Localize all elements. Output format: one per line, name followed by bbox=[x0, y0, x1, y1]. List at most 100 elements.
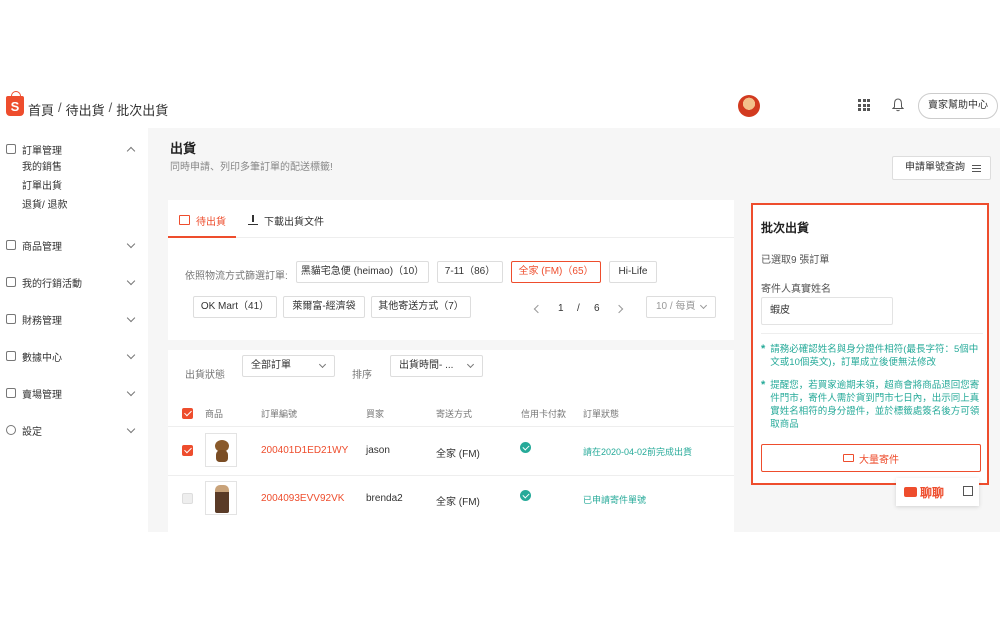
chevron-down-icon bbox=[126, 276, 136, 286]
filter-chip-711[interactable]: 7-11（86） bbox=[437, 261, 503, 283]
top-bar: S 首頁 / 待出貨 / 批次出貨 賣家幫助中心 bbox=[0, 88, 1000, 128]
shopee-logo-icon[interactable]: S bbox=[6, 91, 24, 116]
total-pages: 6 bbox=[594, 303, 600, 314]
row-checkbox[interactable] bbox=[182, 445, 193, 456]
order-status: 已申請寄件單號 bbox=[583, 495, 647, 505]
seller-help-center-button[interactable]: 賣家幫助中心 bbox=[918, 93, 998, 119]
product-icon bbox=[6, 240, 16, 250]
filter-chip-okmart[interactable]: OK Mart（41） bbox=[193, 296, 277, 318]
clipboard-icon bbox=[6, 144, 16, 154]
chevron-down-icon bbox=[318, 360, 327, 369]
col-buyer: 買家 bbox=[366, 409, 385, 419]
current-page: 1 bbox=[558, 303, 564, 314]
buyer-name: brenda2 bbox=[366, 493, 403, 504]
sidebar-item-shop[interactable]: 賣場管理 bbox=[0, 384, 148, 402]
sidebar-sub-shipment[interactable]: 訂單出貨 bbox=[0, 177, 148, 196]
section-divider bbox=[168, 340, 734, 350]
asterisk-icon: * bbox=[761, 343, 766, 355]
tab-bar: 待出貨 下載出貨文件 bbox=[168, 200, 734, 238]
check-circle-icon bbox=[520, 442, 531, 453]
row-checkbox[interactable] bbox=[182, 493, 193, 504]
package-icon bbox=[179, 215, 190, 225]
active-tab-indicator bbox=[168, 236, 236, 238]
shipping-method: 全家 (FM) bbox=[436, 497, 480, 508]
avatar[interactable] bbox=[738, 95, 760, 117]
check-circle-icon bbox=[520, 490, 531, 501]
truck-icon bbox=[843, 454, 854, 462]
batch-shipping-panel: 批次出貨 已選取9 張訂單 寄件人真實姓名 蝦皮 * 請務必確認姓名與身分證件相… bbox=[751, 203, 989, 485]
breadcrumb: 首頁 / 待出貨 / 批次出貨 bbox=[28, 100, 169, 119]
order-status: 請在2020-04-02前完成出貨 bbox=[583, 447, 693, 457]
col-order-status: 訂單狀態 bbox=[583, 409, 620, 419]
chevron-down-icon bbox=[126, 350, 136, 360]
sidebar-item-products[interactable]: 商品管理 bbox=[0, 236, 148, 254]
status-filter-select[interactable]: 全部訂單 bbox=[242, 355, 335, 377]
sidebar-sub-my-sales[interactable]: 我的銷售 bbox=[0, 158, 148, 177]
order-id-link[interactable]: 200401D1ED21WY bbox=[261, 445, 348, 456]
order-id-link[interactable]: 2004093EVV92VK bbox=[261, 493, 344, 504]
chevron-down-icon bbox=[126, 239, 136, 249]
main-content: 出貨 同時申請、列印多筆訂單的配送標籤! 申請單號查詢 待出貨 下載出貨文件 依… bbox=[148, 128, 1000, 532]
status-filter-label: 出貨狀態 bbox=[185, 370, 225, 381]
bear-plush-image bbox=[213, 440, 231, 462]
tab-download-documents[interactable]: 下載出貨文件 bbox=[248, 212, 324, 228]
next-page-icon[interactable] bbox=[614, 304, 624, 314]
tab-to-ship[interactable]: 待出貨 bbox=[179, 212, 226, 228]
filter-chip-heimao[interactable]: 黑貓宅急便 (heimao)（10） bbox=[296, 261, 429, 283]
filter-chip-familymart[interactable]: 全家 (FM)（65） bbox=[511, 261, 601, 283]
sidebar-item-marketing[interactable]: 我的行銷活動 bbox=[0, 273, 148, 291]
bulk-ship-button[interactable]: 大量寄件 bbox=[761, 444, 981, 472]
per-page-select[interactable]: 10 / 每頁 bbox=[646, 296, 716, 318]
coat-image bbox=[215, 485, 229, 513]
page-subtitle: 同時申請、列印多筆訂單的配送標籤! bbox=[170, 162, 333, 173]
menu-icon bbox=[972, 165, 981, 172]
filter-chip-hilife[interactable]: Hi-Life bbox=[609, 261, 657, 283]
buyer-name: jason bbox=[366, 445, 390, 456]
chevron-down-icon bbox=[699, 301, 708, 310]
notice-pickup: * 提醒您，若買家逾期未領，超商會將商品退回您寄件門市，寄件人需於貨到門市七日內… bbox=[761, 379, 980, 430]
prev-page-icon[interactable] bbox=[533, 304, 543, 314]
sidebar-item-data-center[interactable]: 數據中心 bbox=[0, 347, 148, 365]
chevron-down-icon bbox=[126, 313, 136, 323]
sidebar-item-orders[interactable]: 訂單管理 bbox=[0, 140, 148, 158]
sender-name-label: 寄件人真實姓名 bbox=[761, 284, 831, 295]
select-all-checkbox[interactable] bbox=[182, 408, 193, 419]
chevron-up-icon bbox=[126, 146, 136, 156]
sender-name-input[interactable]: 蝦皮 bbox=[761, 297, 893, 325]
bell-icon[interactable] bbox=[892, 98, 904, 112]
chevron-down-icon bbox=[466, 360, 475, 369]
col-order-id: 訂單編號 bbox=[261, 409, 298, 419]
filter-chip-other[interactable]: 其他寄送方式（7） bbox=[371, 296, 471, 318]
page-separator: / bbox=[577, 303, 580, 314]
filter-chip-hilife-economy[interactable]: 萊爾富-經濟袋 bbox=[283, 296, 365, 318]
wallet-icon bbox=[6, 314, 16, 324]
product-thumbnail[interactable] bbox=[205, 433, 237, 467]
minimize-icon[interactable] bbox=[963, 486, 973, 496]
store-icon bbox=[6, 388, 16, 398]
download-icon bbox=[248, 215, 258, 225]
chevron-down-icon bbox=[126, 387, 136, 397]
sidebar-sub-returns[interactable]: 退貨/ 退款 bbox=[0, 196, 148, 215]
apps-grid-icon[interactable] bbox=[858, 99, 870, 111]
tracking-number-query-button[interactable]: 申請單號查詢 bbox=[892, 156, 991, 180]
breadcrumb-to-ship[interactable]: 待出貨 bbox=[66, 100, 105, 119]
col-shipping: 寄送方式 bbox=[436, 409, 473, 419]
page-title: 出貨 bbox=[170, 141, 197, 156]
tag-icon bbox=[6, 277, 16, 287]
orders-card: 待出貨 下載出貨文件 依照物流方式篩選訂單: 黑貓宅急便 (heimao)（10… bbox=[168, 200, 734, 532]
panel-title: 批次出貨 bbox=[761, 221, 810, 235]
chat-bubble-icon bbox=[904, 487, 917, 497]
chat-widget[interactable]: 聊聊 bbox=[896, 478, 979, 506]
sidebar-item-finance[interactable]: 財務管理 bbox=[0, 310, 148, 328]
sidebar-item-settings[interactable]: 設定 bbox=[0, 421, 148, 439]
breadcrumb-home[interactable]: 首頁 bbox=[28, 100, 54, 119]
sidebar: 訂單管理 我的銷售 訂單出貨 退貨/ 退款 商品管理 我的行銷活動 財務管理 數… bbox=[0, 128, 148, 532]
sort-label: 排序 bbox=[352, 370, 372, 381]
col-product: 商品 bbox=[205, 409, 224, 419]
product-thumbnail[interactable] bbox=[205, 481, 237, 515]
sort-select[interactable]: 出貨時間- ... bbox=[390, 355, 483, 377]
notice-name-match: * 請務必確認姓名與身分證件相符(最長字符：5個中文或10個英文)，訂單成立後便… bbox=[761, 343, 979, 368]
gear-icon bbox=[6, 425, 16, 435]
asterisk-icon: * bbox=[761, 379, 766, 391]
chart-icon bbox=[6, 351, 16, 361]
